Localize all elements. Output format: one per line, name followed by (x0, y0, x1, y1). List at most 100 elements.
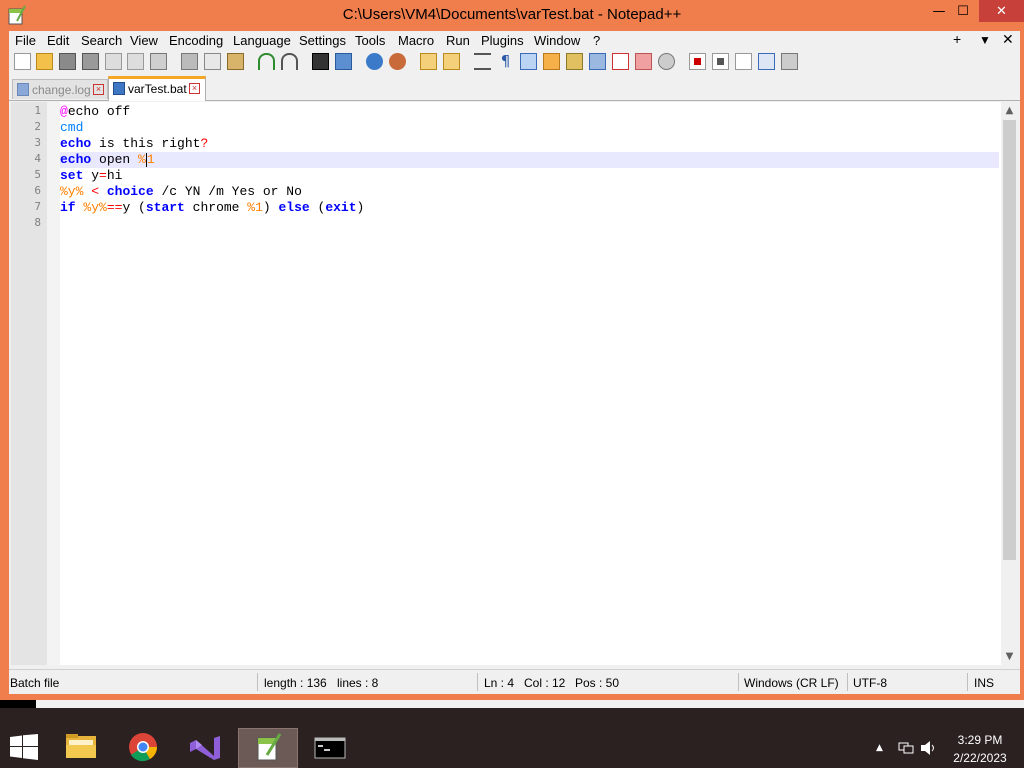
menu-window[interactable]: Window (534, 33, 580, 48)
menu-encoding[interactable]: Encoding (169, 33, 223, 48)
maximize-button[interactable]: ☐ (946, 0, 980, 22)
undo-icon[interactable] (258, 53, 275, 70)
code-token: y ( (122, 200, 146, 215)
window-title: C:\Users\VM4\Documents\varTest.bat - Not… (342, 6, 682, 23)
code-line[interactable]: if %y%==y (start chrome %1) else (exit) (60, 200, 999, 216)
tab-list-down-icon[interactable]: ▼ (979, 33, 991, 47)
code-line[interactable] (60, 216, 999, 232)
title-bar[interactable]: C:\Users\VM4\Documents\varTest.bat - Not… (0, 0, 1024, 31)
tab-vartest-bat[interactable]: varTest.bat × (108, 76, 206, 101)
menu-file[interactable]: File (15, 33, 36, 48)
tab-change-log[interactable]: change.log × (12, 79, 108, 99)
status-length: length : 136 (264, 676, 327, 690)
code-line[interactable]: echo is this right? (60, 136, 999, 152)
new-file-icon[interactable] (14, 53, 31, 70)
clock-date[interactable]: 2/22/2023 (940, 751, 1020, 765)
paste-icon[interactable] (227, 53, 244, 70)
windows-start-icon[interactable] (10, 734, 38, 760)
save-all-icon[interactable] (82, 53, 99, 70)
menu-macro[interactable]: Macro (398, 33, 434, 48)
menu-tools[interactable]: Tools (355, 33, 385, 48)
code-token: y (83, 168, 100, 183)
code-text-area[interactable]: @echo off cmd echo is this right? echo open… (60, 102, 999, 665)
scroll-up-icon[interactable]: ▲ (1001, 102, 1018, 119)
status-insert-mode[interactable]: INS (974, 676, 994, 690)
fold-margin[interactable] (47, 102, 60, 665)
monitoring-eye-icon[interactable] (658, 53, 675, 70)
menu-settings[interactable]: Settings (299, 33, 346, 48)
notepad-window: C:\Users\VM4\Documents\varTest.bat - Not… (0, 0, 1024, 700)
define-language-icon[interactable] (543, 53, 560, 70)
status-file-type: Batch file (10, 676, 60, 690)
menu-language[interactable]: Language (233, 33, 291, 48)
tab-label: varTest.bat (128, 82, 187, 96)
sync-vertical-icon[interactable] (420, 53, 437, 70)
code-line[interactable]: set y=hi (60, 168, 999, 184)
file-explorer-taskbar-button[interactable] (57, 730, 105, 764)
record-macro-icon[interactable] (689, 53, 706, 70)
code-line[interactable]: echo open %1 (60, 152, 999, 168)
run-macro-multiple-icon[interactable] (758, 53, 775, 70)
replace-icon[interactable] (335, 53, 352, 70)
sync-horizontal-icon[interactable] (443, 53, 460, 70)
menu-view[interactable]: View (130, 33, 158, 48)
folder-workspace-icon[interactable] (635, 53, 652, 70)
line-number: 8 (34, 216, 41, 229)
status-divider (477, 673, 478, 691)
stop-macro-icon[interactable] (712, 53, 729, 70)
doc-list-icon[interactable] (589, 53, 606, 70)
code-token: chrome (184, 200, 248, 215)
close-doc-icon[interactable]: ✕ (1002, 31, 1014, 48)
visual-studio-taskbar-button[interactable] (180, 730, 230, 764)
play-macro-icon[interactable] (735, 53, 752, 70)
status-pos: Pos : 50 (575, 676, 620, 690)
zoom-in-icon[interactable] (366, 53, 383, 70)
tray-expand-chevron-icon[interactable]: ▲ (876, 743, 883, 753)
close-button[interactable]: ✕ (979, 0, 1024, 22)
tab-close-icon[interactable]: × (93, 84, 104, 95)
tab-close-icon[interactable]: × (189, 83, 200, 94)
menu-help[interactable]: ? (593, 33, 600, 48)
status-eol[interactable]: Windows (CR LF) (744, 676, 839, 690)
code-token: echo off (67, 104, 131, 119)
code-token: is this right (91, 136, 201, 151)
copy-icon[interactable] (204, 53, 221, 70)
zoom-out-icon[interactable] (389, 53, 406, 70)
new-tab-plus-icon[interactable]: + (953, 31, 961, 47)
print-icon[interactable] (150, 53, 167, 70)
menu-plugins[interactable]: Plugins (481, 33, 524, 48)
scrollbar-thumb[interactable] (1003, 120, 1016, 560)
scroll-down-icon[interactable]: ▼ (1001, 648, 1018, 665)
code-line[interactable]: %y% < choice /c YN /m Yes or No (60, 184, 999, 200)
find-icon[interactable] (312, 53, 329, 70)
open-file-icon[interactable] (36, 53, 53, 70)
line-number: 7 (34, 200, 41, 213)
menu-run[interactable]: Run (446, 33, 470, 48)
chrome-taskbar-button[interactable] (118, 730, 168, 764)
notepadpp-taskbar-button[interactable] (238, 728, 298, 768)
code-editor[interactable]: 1 2 3 4 5 6 7 8 @echo off cmd echo is this… (11, 102, 1018, 665)
network-icon[interactable] (898, 741, 914, 755)
cmd-taskbar-button[interactable] (305, 730, 355, 764)
cut-icon[interactable] (181, 53, 198, 70)
status-encoding[interactable]: UTF-8 (853, 676, 887, 690)
indent-guide-icon[interactable] (520, 53, 537, 70)
close-file-icon[interactable] (105, 53, 122, 70)
vertical-scrollbar[interactable]: ▲ ▼ (1001, 102, 1018, 665)
code-line[interactable]: cmd (60, 120, 999, 136)
redo-icon[interactable] (281, 53, 298, 70)
save-macro-icon[interactable] (781, 53, 798, 70)
word-wrap-icon[interactable] (474, 53, 491, 70)
show-all-chars-icon[interactable]: ¶ (497, 53, 514, 70)
function-list-icon[interactable] (612, 53, 629, 70)
volume-icon[interactable] (920, 740, 938, 756)
code-token: choice (106, 184, 154, 199)
doc-map-icon[interactable] (566, 53, 583, 70)
menu-search[interactable]: Search (81, 33, 122, 48)
code-line[interactable]: @echo off (60, 104, 999, 120)
save-icon[interactable] (59, 53, 76, 70)
menu-edit[interactable]: Edit (47, 33, 69, 48)
close-all-icon[interactable] (127, 53, 144, 70)
line-number: 1 (34, 104, 41, 117)
clock-time[interactable]: 3:29 PM (940, 733, 1020, 747)
